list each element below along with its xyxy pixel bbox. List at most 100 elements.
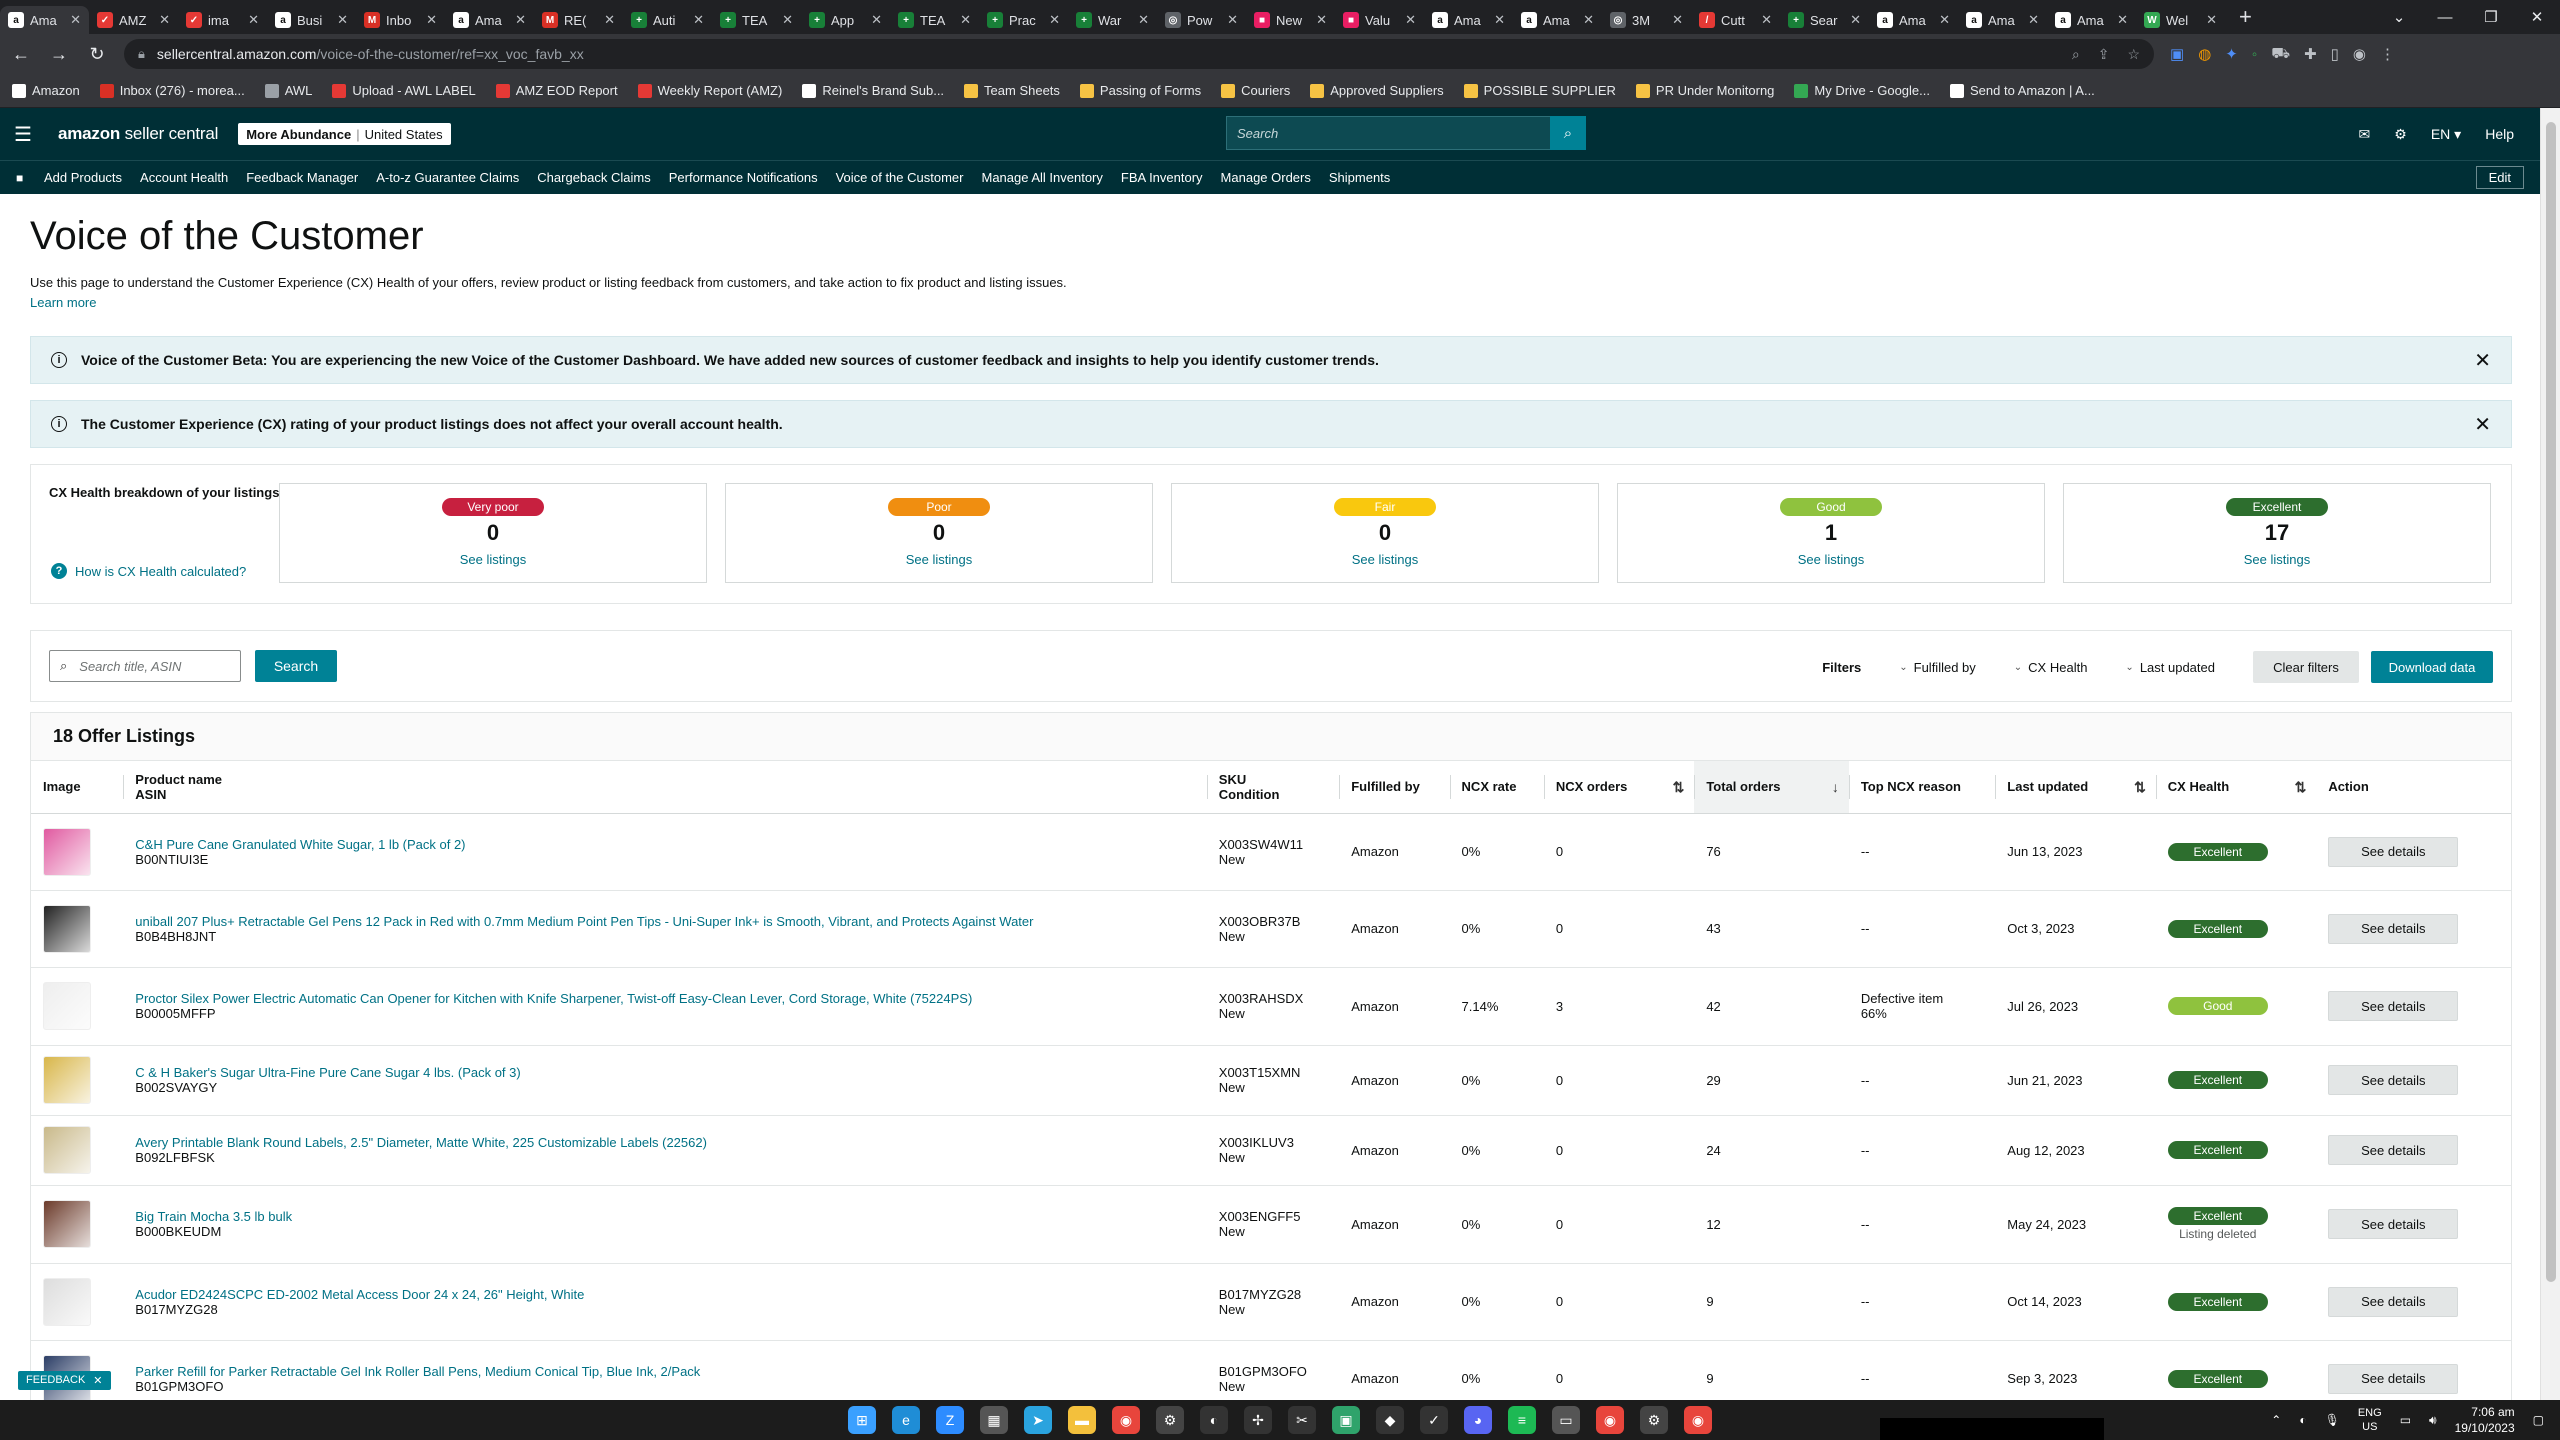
nav-item[interactable]: A-to-z Guarantee Claims [376,170,519,185]
app-icon[interactable]: ▣ [1332,1406,1360,1434]
tray-app-icon[interactable]: ◐ [2299,1413,2306,1427]
scrollbar-thumb[interactable] [2546,122,2556,1282]
see-details-button[interactable]: See details [2328,1363,2459,1394]
last-updated-filter[interactable]: ⌄ Last updated [2125,660,2215,675]
browser-tab[interactable]: + App ✕ [801,6,890,34]
browser-tab[interactable]: ■ New ✕ [1246,6,1335,34]
tab-close-icon[interactable]: ✕ [1761,12,1772,28]
kebab-menu-icon[interactable]: ⋮ [2380,45,2395,63]
browser-tab[interactable]: a Ama ✕ [1869,6,1958,34]
tab-close-icon[interactable]: ✕ [1850,12,1861,28]
profile-avatar[interactable]: ◉ [2353,45,2366,63]
browser-tab[interactable]: ■ Valu ✕ [1335,6,1424,34]
tab-close-icon[interactable]: ✕ [2028,12,2039,28]
close-window-icon[interactable]: ✕ [2514,8,2560,26]
url-bar[interactable]: 🔒︎ sellercentral.amazon.com/voice-of-the… [124,39,2154,69]
product-name-link[interactable]: Acudor ED2424SCPC ED-2002 Metal Access D… [135,1287,584,1302]
tab-close-icon[interactable]: ✕ [159,12,170,28]
see-details-button[interactable]: See details [2328,836,2459,867]
tab-close-icon[interactable]: ✕ [871,12,882,28]
settings-icon[interactable]: ⚙ [1156,1406,1184,1434]
col-ncx-orders[interactable]: NCX orders ⇅ [1543,761,1695,814]
product-name-link[interactable]: Proctor Silex Power Electric Automatic C… [135,991,972,1006]
browser-tab[interactable]: a Ama ✕ [1513,6,1602,34]
help-link[interactable]: Help [2485,126,2514,142]
see-details-button[interactable]: See details [2328,1065,2459,1095]
app-icon[interactable]: ✂ [1288,1406,1316,1434]
chrome-icon[interactable]: ◉ [1112,1406,1140,1434]
product-name-link[interactable]: uniball 207 Plus+ Retractable Gel Pens 1… [135,914,1033,929]
browser-tab[interactable]: W Wel ✕ [2136,6,2225,34]
nav-item[interactable]: Performance Notifications [669,170,818,185]
see-listings-link[interactable]: See listings [2244,552,2310,567]
sort-icon[interactable]: ⇅ [2295,779,2307,796]
browser-tab[interactable]: M Inbo ✕ [356,6,445,34]
close-icon[interactable]: ✕ [2474,412,2491,437]
windows-start-icon[interactable]: ⊞ [848,1406,876,1434]
product-thumbnail[interactable] [43,1277,91,1326]
product-name-link[interactable]: C&H Pure Cane Granulated White Sugar, 1 … [135,837,465,852]
settings-icon[interactable]: ⚙ [1640,1406,1668,1434]
see-details-button[interactable]: See details [2328,1135,2459,1165]
spotify-icon[interactable]: ≡ [1508,1406,1536,1434]
browser-tab[interactable]: + Auti ✕ [623,6,712,34]
nav-item[interactable]: Account Health [140,170,228,185]
sort-icon[interactable]: ⇅ [2134,779,2146,796]
browser-tab[interactable]: + TEA ✕ [712,6,801,34]
cx-health-filter[interactable]: ⌄ CX Health [2014,660,2088,675]
nav-item[interactable]: Add Products [44,170,122,185]
bookmark-item[interactable]: My Drive - Google... [1794,83,1930,98]
store-picker[interactable]: More Abundance | United States [238,123,451,145]
minimize-icon[interactable]: — [2422,9,2468,26]
product-thumbnail[interactable] [43,1126,91,1174]
product-thumbnail[interactable] [43,904,91,953]
tab-close-icon[interactable]: ✕ [693,12,704,28]
product-name-link[interactable]: Avery Printable Blank Round Labels, 2.5"… [135,1135,707,1150]
cx-health-how-link[interactable]: ? How is CX Health calculated? [51,563,246,579]
product-name-link[interactable]: C & H Baker's Sugar Ultra-Fine Pure Cane… [135,1065,520,1080]
back-icon[interactable]: ← [10,44,32,65]
nav-item[interactable]: Manage Orders [1221,170,1311,185]
browser-tab[interactable]: a Ama ✕ [1424,6,1513,34]
tab-close-icon[interactable]: ✕ [1049,12,1060,28]
listing-search-input[interactable]: ⌕ Search title, ASIN [49,650,241,682]
tab-close-icon[interactable]: ✕ [426,12,437,28]
reload-icon[interactable]: ↻ [86,44,108,65]
product-thumbnail[interactable] [43,1200,91,1248]
network-icon[interactable]: ▭ [2400,1413,2411,1427]
tab-close-icon[interactable]: ✕ [2117,12,2128,28]
bookmark-item[interactable]: Passing of Forms [1079,83,1201,98]
browser-tab[interactable]: + Prac ✕ [979,6,1068,34]
calculator-icon[interactable]: ▦ [980,1406,1008,1434]
browser-tab[interactable]: / Cutt ✕ [1691,6,1780,34]
clock[interactable]: 7:06 am 19/10/2023 [2455,1404,2515,1436]
tab-close-icon[interactable]: ✕ [960,12,971,28]
tab-close-icon[interactable]: ✕ [604,12,615,28]
see-listings-link[interactable]: See listings [1352,552,1418,567]
extension-icon[interactable]: ⛟ [2271,45,2290,64]
see-listings-link[interactable]: See listings [1798,552,1864,567]
tab-close-icon[interactable]: ✕ [1583,12,1594,28]
product-thumbnail[interactable] [43,1056,91,1104]
new-tab-button[interactable]: + [2239,4,2252,30]
nav-item[interactable]: Chargeback Claims [537,170,650,185]
language-selector[interactable]: EN ▾ [2431,126,2461,143]
bookmark-item[interactable]: AMZ EOD Report [495,83,618,98]
app-icon[interactable]: ✢ [1244,1406,1272,1434]
tab-close-icon[interactable]: ✕ [1138,12,1149,28]
product-thumbnail[interactable] [43,982,91,1030]
tab-search-icon[interactable]: ⌄ [2376,8,2422,26]
mail-icon[interactable]: ✉ [2359,126,2371,143]
zoom-icon[interactable]: Z [936,1406,964,1434]
clear-filters-button[interactable]: Clear filters [2253,651,2359,683]
product-name-link[interactable]: Parker Refill for Parker Retractable Gel… [135,1364,700,1379]
see-details-button[interactable]: See details [2328,991,2459,1021]
browser-tab[interactable]: + TEA ✕ [890,6,979,34]
extension-icon[interactable]: ◦ [2252,46,2257,63]
bookmark-item[interactable]: Upload - AWL LABEL [332,83,476,98]
bookmark-item[interactable]: Team Sheets [964,83,1060,98]
nav-item[interactable]: Shipments [1329,170,1390,185]
see-listings-link[interactable]: See listings [906,552,972,567]
tab-close-icon[interactable]: ✕ [782,12,793,28]
bookmark-item[interactable]: Reinel's Brand Sub... [802,83,944,98]
